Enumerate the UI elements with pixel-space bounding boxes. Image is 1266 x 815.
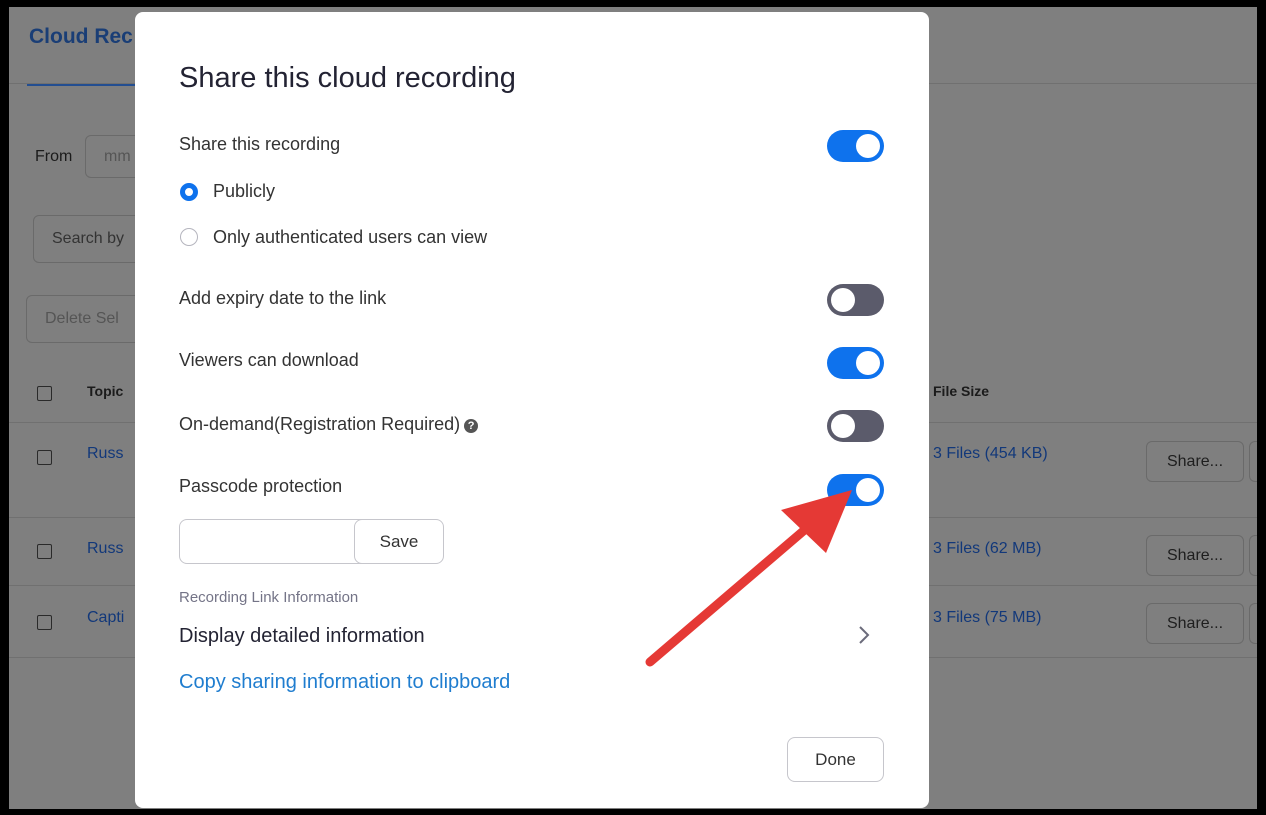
delete-selected-label: Delete Sel: [45, 310, 119, 327]
more-button[interactable]: [1249, 441, 1257, 482]
viewers-download-label: Viewers can download: [179, 350, 359, 370]
share-button[interactable]: Share...: [1146, 441, 1244, 482]
toggle-knob: [831, 288, 855, 312]
tab-cloud-recordings[interactable]: Cloud Rec: [29, 25, 133, 49]
toggle-knob: [856, 134, 880, 158]
column-header-file-size: File Size: [933, 383, 990, 399]
radio-publicly[interactable]: [180, 183, 198, 201]
passcode-protection-toggle[interactable]: [827, 474, 884, 506]
radio-authenticated-only[interactable]: [180, 228, 198, 246]
passcode-input[interactable]: [179, 519, 378, 564]
from-label: From: [35, 148, 73, 165]
copy-sharing-info-link[interactable]: Copy sharing information to clipboard: [179, 671, 510, 694]
file-size-link[interactable]: 3 Files (75 MB): [933, 609, 1041, 627]
display-detailed-info-label[interactable]: Display detailed information: [179, 625, 425, 648]
viewers-download-toggle[interactable]: [827, 347, 884, 379]
share-button[interactable]: Share...: [1146, 535, 1244, 576]
expiry-date-toggle[interactable]: [827, 284, 884, 316]
row-checkbox[interactable]: [37, 544, 52, 559]
on-demand-label: On-demand(Registration Required): [179, 414, 461, 434]
toggle-knob: [831, 414, 855, 438]
done-button[interactable]: Done: [787, 737, 884, 782]
on-demand-row: On-demand(Registration Required)?: [179, 414, 479, 435]
screen-frame: Cloud Rec From mm Search by Delete Sel T…: [9, 7, 1257, 809]
expiry-date-label: Add expiry date to the link: [179, 288, 387, 308]
radio-authenticated-only-label[interactable]: Only authenticated users can view: [213, 227, 487, 248]
share-recording-label: Share this recording: [179, 134, 341, 154]
dialog-title: Share this cloud recording: [179, 62, 516, 94]
save-passcode-button[interactable]: Save: [354, 519, 444, 564]
on-demand-toggle[interactable]: [827, 410, 884, 442]
toggle-knob: [856, 478, 880, 502]
recording-topic-link[interactable]: Russ: [87, 540, 123, 558]
select-all-checkbox[interactable]: [37, 386, 52, 401]
toggle-knob: [856, 351, 880, 375]
file-size-link[interactable]: 3 Files (62 MB): [933, 540, 1041, 558]
more-button[interactable]: [1249, 535, 1257, 576]
help-icon[interactable]: ?: [464, 419, 479, 433]
from-date-placeholder: mm: [104, 147, 131, 165]
recording-topic-link[interactable]: Russ: [87, 445, 123, 463]
share-button[interactable]: Share...: [1146, 603, 1244, 644]
link-info-caption: Recording Link Information: [179, 589, 359, 606]
row-checkbox[interactable]: [37, 450, 52, 465]
chevron-right-icon[interactable]: [853, 621, 875, 649]
radio-publicly-label[interactable]: Publicly: [213, 181, 275, 202]
search-placeholder: Search by: [52, 230, 125, 247]
share-recording-toggle[interactable]: [827, 130, 884, 162]
passcode-protection-label: Passcode protection: [179, 476, 343, 496]
row-checkbox[interactable]: [37, 615, 52, 630]
file-size-link[interactable]: 3 Files (454 KB): [933, 445, 1048, 463]
recording-topic-link[interactable]: Capti: [87, 609, 124, 627]
column-header-topic: Topic: [87, 383, 124, 399]
more-button[interactable]: [1249, 603, 1257, 644]
share-recording-dialog: Share this cloud recording Share this re…: [135, 12, 929, 808]
